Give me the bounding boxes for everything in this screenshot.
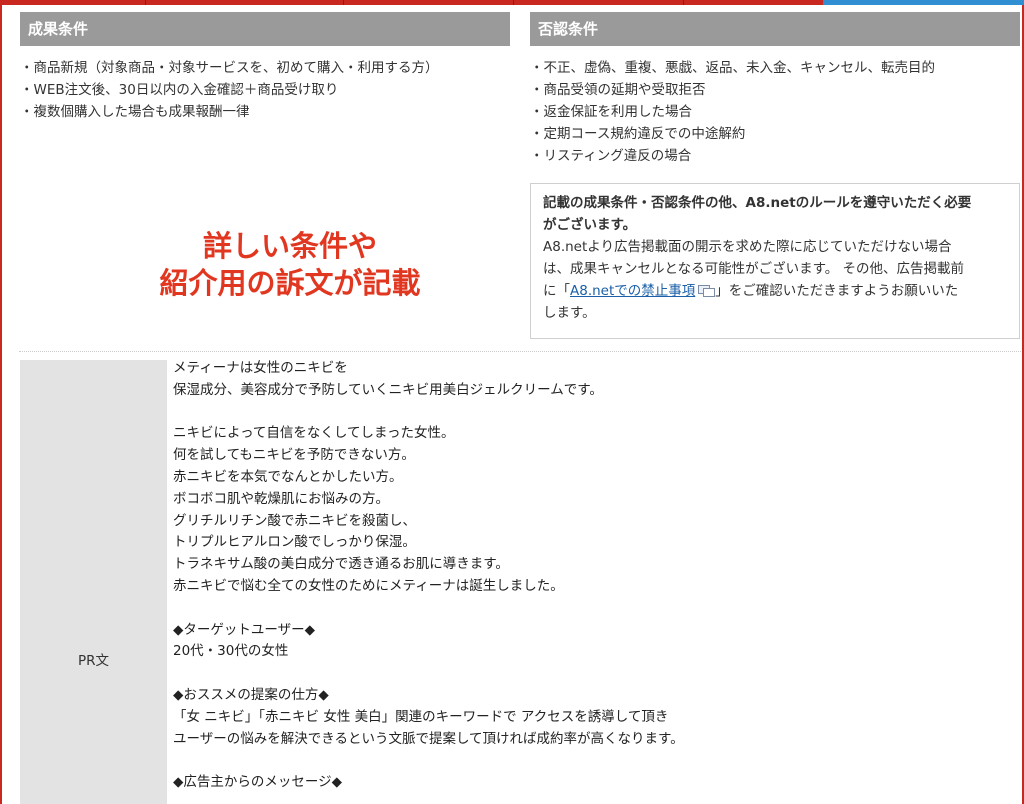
pr-text-line — [173, 598, 1013, 620]
pr-text-line: ボコボコ肌や乾燥肌にお悩みの方。 — [173, 490, 389, 507]
nav-tab-active-indicator — [823, 0, 1024, 5]
frame-border-left — [0, 5, 2, 804]
rejection-item: 不正、虚偽、重複、悪戯、返品、未入金、キャンセル、転売目的 — [530, 57, 936, 79]
pr-text-line — [173, 750, 1013, 772]
external-window-icon[interactable] — [698, 285, 716, 297]
nav-tab-divider — [343, 0, 344, 5]
pr-label-cell — [20, 360, 167, 804]
pr-text-line: 保湿成分、美容成分で予防していくニキビ用美白ジェルクリームです。 — [173, 381, 603, 398]
conditions-item: 複数個購入した場合も成果報酬一律 — [20, 101, 439, 123]
rules-notice-box: 記載の成果条件・否認条件の他、A8.netのルールを遵守いただく必要 がございま… — [530, 183, 1020, 339]
conditions-item: 商品新規（対象商品・対象サービスを、初めて購入・利用する方） — [20, 57, 439, 79]
nav-tab-divider — [683, 0, 684, 5]
pr-text-line: ニキビによって自信をなくしてしまった女性。 — [173, 425, 455, 442]
pr-label: PR文 — [77, 653, 110, 669]
conditions-title: 成果条件 — [28, 20, 89, 38]
notice-line: は、成果キャンセルとなる可能性がございます。 その他、広告掲載前 — [543, 261, 965, 277]
rejection-item: 返金保証を利用した場合 — [530, 101, 935, 123]
promo-line-2: 紹介用の訴文が記載 — [159, 266, 421, 300]
promo-annotation: 詳しい条件や 紹介用の訴文が記載 — [140, 228, 440, 302]
nav-tab-divider — [145, 0, 146, 5]
pr-text-line: ◆ターゲットユーザー◆ — [173, 621, 315, 638]
pr-text-line: 赤ニキビで悩む全ての女性のためにメティーナは誕生しました。 — [173, 577, 564, 594]
rejection-item: 定期コース規約違反での中途解約 — [530, 123, 935, 145]
pr-text-line: トラネキサム酸の美白成分で透き通るお肌に導きます。 — [173, 556, 509, 573]
pr-text-line: 20代・30代の女性 — [173, 643, 289, 660]
conditions-item: WEB注文後、30日以内の入金確認＋商品受け取り — [20, 79, 439, 101]
pr-text-line: ユーザーの悩みを解決できるという文脈で提案して頂ければ成約率が高くなります。 — [173, 730, 684, 747]
promo-line-1: 詳しい条件や — [202, 229, 377, 263]
pr-text-line: グリチルリチン酸で赤ニキビを殺菌し、 — [173, 512, 416, 529]
top-nav-strip — [0, 0, 1024, 5]
notice-line: します。 — [543, 305, 596, 321]
rejection-item: 商品受領の延期や受取拒否 — [530, 79, 935, 101]
pr-text-line: 何を試してもニキビを予防できない方。 — [173, 447, 415, 464]
rejection-item: リスティング違反の場合 — [530, 145, 935, 167]
notice-line: A8.netより広告掲載面の開示を求めた際に応じていただけない場合 — [543, 239, 952, 255]
pr-text-line: メティーナは女性のニキビを — [173, 360, 348, 376]
notice-line-with-link: に「A8.netでの禁止事項 」をご確認いただきますようお願いいた — [543, 280, 1007, 302]
rejection-title: 否認条件 — [538, 20, 599, 38]
notice-text: に「 — [543, 283, 570, 299]
section-divider — [19, 351, 1021, 352]
pr-text-line — [173, 402, 1013, 424]
rejection-list: 不正、虚偽、重複、悪戯、返品、未入金、キャンセル、転売目的 商品受領の延期や受取… — [530, 57, 936, 167]
conditions-list: 商品新規（対象商品・対象サービスを、初めて購入・利用する方） WEB注文後、30… — [20, 57, 439, 123]
notice-bold-line: 記載の成果条件・否認条件の他、A8.netのルールを遵守いただく必要 — [543, 195, 972, 211]
pr-text-line: 赤ニキビを本気でなんとかしたい方。 — [173, 468, 403, 485]
rejection-header: 否認条件 — [530, 12, 1020, 46]
pr-text-body: メティーナは女性のニキビを 保湿成分、美容成分で予防していくニキビ用美白ジェルク… — [173, 358, 1013, 794]
pr-text-line: トリプルヒアルロン酸でしっかり保湿。 — [173, 534, 416, 551]
pr-text-line: 「女 ニキビ」「赤ニキビ 女性 美白」関連のキーワードで アクセスを誘導して頂き — [173, 708, 669, 725]
pr-text-line: ◆広告主からのメッセージ◆ — [173, 774, 342, 791]
notice-bold-line: がございます。 — [543, 217, 637, 233]
conditions-header: 成果条件 — [20, 12, 510, 46]
notice-text: 」をご確認いただきますようお願いいた — [715, 283, 959, 299]
nav-tab-divider — [513, 0, 514, 5]
pr-text-line: ◆おススメの提案の仕方◆ — [173, 686, 329, 703]
prohibited-items-link[interactable]: A8.netでの禁止事項 — [570, 283, 695, 299]
pr-text-line — [173, 663, 1013, 685]
